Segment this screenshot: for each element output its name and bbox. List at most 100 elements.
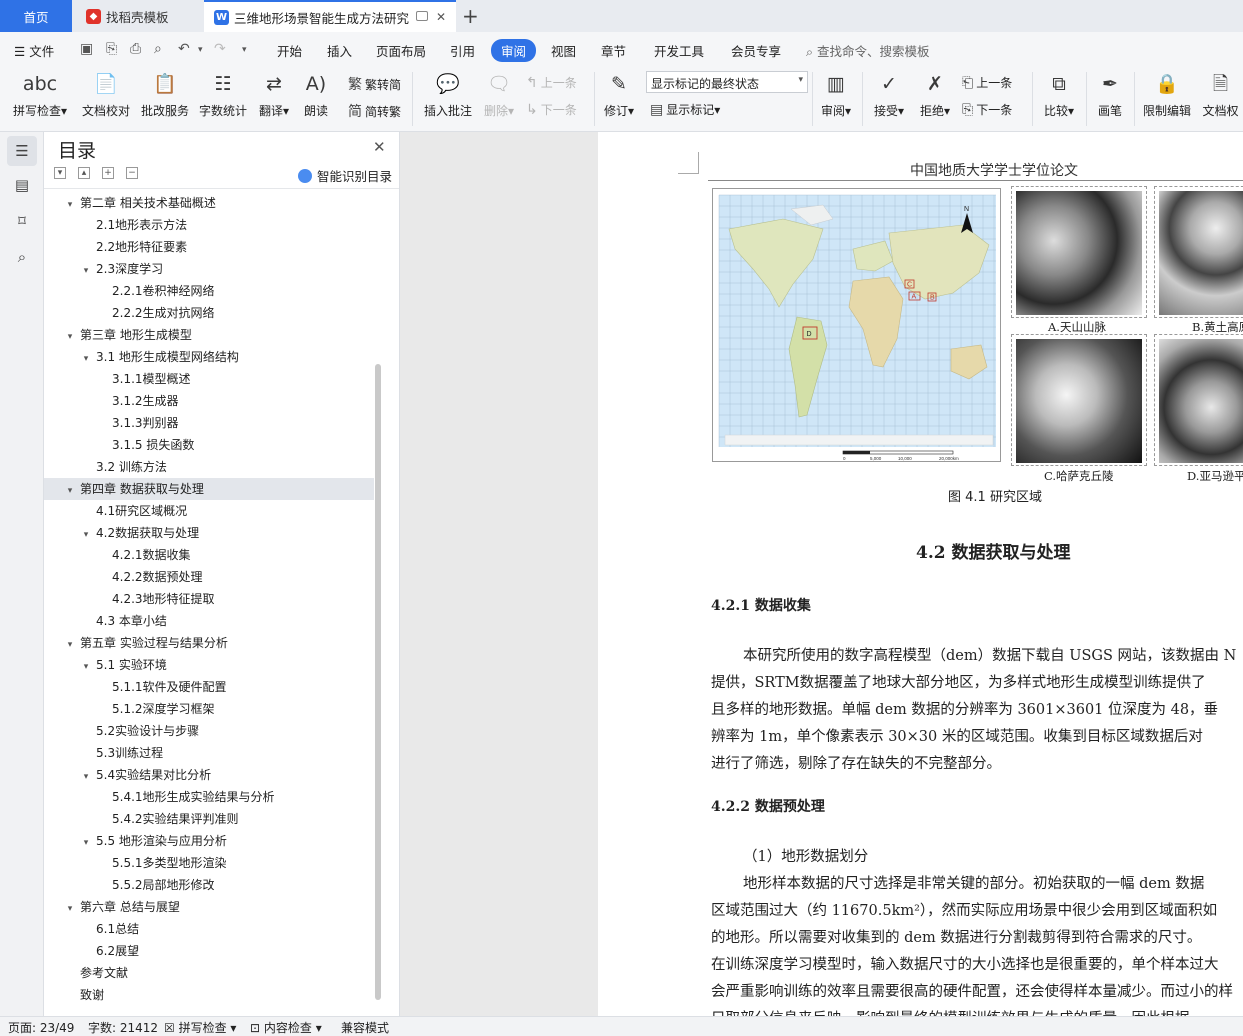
expand-toggle-icon[interactable]: ▾ — [80, 524, 92, 546]
expand-toggle-icon[interactable]: ▾ — [80, 260, 92, 282]
undo-icon[interactable]: ↶ — [178, 41, 190, 57]
toc-item[interactable]: 6.2展望 — [44, 940, 374, 962]
save-icon[interactable]: ▣ — [80, 41, 93, 57]
reject-button[interactable]: ✗ 拒绝▾ — [914, 70, 956, 119]
redo-icon[interactable]: ↷ — [214, 41, 226, 57]
export-icon[interactable]: ⎘ — [106, 41, 117, 57]
tab-document[interactable]: W 三维地形场景智能生成方法研究 ✕ — [204, 0, 456, 32]
remove-heading-icon[interactable]: − — [126, 167, 138, 179]
menu-chapter[interactable]: 章节 — [601, 41, 626, 60]
menu-insert[interactable]: 插入 — [327, 41, 352, 60]
delete-comment-button[interactable]: 🗨 删除▾ — [480, 70, 518, 119]
toc-item[interactable]: ▾ 3.1 地形生成模型网络结构 — [44, 346, 374, 368]
toc-item[interactable]: 3.2 训练方法 — [44, 456, 374, 478]
compare-button[interactable]: ⧉ 比较▾ — [1038, 70, 1080, 119]
translate-button[interactable]: ⇄ 翻译▾ — [254, 70, 294, 119]
pen-button[interactable]: ✒ 画笔 — [1092, 70, 1128, 119]
annotate-service-button[interactable]: 📋 批改服务 — [138, 70, 192, 119]
show-markup-button[interactable]: ▤ 显示标记 ▾ — [650, 101, 720, 118]
word-count-button[interactable]: ☷ 字数统计 — [196, 70, 250, 119]
toc-rail-icon[interactable]: ☰ — [7, 136, 37, 166]
prev-comment-button[interactable]: ↰ 上一条 — [526, 74, 577, 91]
next-change-button[interactable]: ⎘ 下一条 — [962, 101, 1012, 118]
expand-toggle-icon[interactable]: ▾ — [64, 194, 76, 216]
accept-button[interactable]: ✓ 接受▾ — [868, 70, 910, 119]
toc-item[interactable]: ▾ 4.2数据获取与处理 — [44, 522, 374, 544]
doc-proofread-button[interactable]: 📄 文档校对 — [78, 70, 134, 119]
print-preview-icon[interactable]: ⌕ — [154, 41, 162, 57]
toc-item[interactable]: 致谢 — [44, 984, 374, 1006]
quick-access-dropdown-icon[interactable]: ▾ — [242, 45, 247, 55]
track-changes-button[interactable]: ✎ 修订▾ — [600, 70, 638, 119]
content-check-status[interactable]: ⊡ 内容检查 ▾ — [250, 1019, 322, 1036]
expand-toggle-icon[interactable]: ▾ — [80, 766, 92, 788]
bookmark-rail-icon[interactable]: ⌑ — [7, 206, 37, 236]
new-tab-button[interactable]: + — [462, 4, 479, 28]
toc-item[interactable]: 参考文献 — [44, 962, 374, 984]
undo-dropdown-icon[interactable]: ▾ — [198, 45, 203, 55]
expand-toggle-icon[interactable]: ▾ — [80, 656, 92, 678]
toc-item[interactable]: 5.3训练过程 — [44, 742, 374, 764]
add-heading-icon[interactable]: + — [102, 167, 114, 179]
toc-item[interactable]: 5.1.2深度学习框架 — [44, 698, 374, 720]
menu-developer[interactable]: 开发工具 — [654, 41, 704, 60]
toc-item[interactable]: 5.5.2局部地形修改 — [44, 874, 374, 896]
toc-item[interactable]: 2.2.1卷积神经网络 — [44, 280, 374, 302]
read-aloud-button[interactable]: A) 朗读 — [298, 70, 334, 119]
toc-item[interactable]: 6.1总结 — [44, 918, 374, 940]
tab-screen-icon[interactable] — [416, 11, 428, 21]
toc-item[interactable]: 2.2地形特征要素 — [44, 236, 374, 258]
menu-page-layout[interactable]: 页面布局 — [376, 41, 426, 60]
toc-item[interactable]: ▾ 5.5 地形渲染与应用分析 — [44, 830, 374, 852]
toc-item[interactable]: 5.2实验设计与步骤 — [44, 720, 374, 742]
toc-item[interactable]: ▾ 第五章 实验过程与结果分析 — [44, 632, 374, 654]
toc-item[interactable]: 2.2.2生成对抗网络 — [44, 302, 374, 324]
tab-template[interactable]: ◆ 找稻壳模板 — [72, 0, 204, 32]
toc-item[interactable]: ▾ 第二章 相关技术基础概述 — [44, 192, 374, 214]
menu-review[interactable]: 审阅 — [491, 39, 537, 62]
command-search[interactable]: ⌕ 查找命令、搜索模板 — [806, 41, 930, 60]
menu-member[interactable]: 会员专享 — [731, 41, 781, 60]
expand-toggle-icon[interactable]: ▾ — [80, 348, 92, 370]
expand-toggle-icon[interactable]: ▾ — [80, 832, 92, 854]
restrict-edit-button[interactable]: 🔒 限制编辑 — [1140, 70, 1194, 119]
page-indicator[interactable]: 页面: 23/49 — [8, 1019, 74, 1036]
toc-item[interactable]: 3.1.3判别器 — [44, 412, 374, 434]
chapter-rail-icon[interactable]: ▤ — [7, 170, 37, 200]
toc-item[interactable]: ▾ 第四章 数据获取与处理 — [44, 478, 374, 500]
file-menu[interactable]: ☰ 文件 — [14, 41, 54, 60]
toc-item[interactable]: ▾ 第六章 总结与展望 — [44, 896, 374, 918]
menu-start[interactable]: 开始 — [277, 41, 302, 60]
document-page[interactable]: 中国地质大学学士学位论文 C A B D N 0 5,000 10,000 20… — [598, 132, 1243, 1016]
toc-item[interactable]: ▾ 5.4实验结果对比分析 — [44, 764, 374, 786]
expand-toggle-icon[interactable]: ▾ — [64, 898, 76, 920]
word-count-indicator[interactable]: 字数: 21412 — [88, 1019, 158, 1036]
toc-item[interactable]: ▾ 5.1 实验环境 — [44, 654, 374, 676]
expand-toggle-icon[interactable]: ▾ — [64, 326, 76, 348]
toc-item[interactable]: 5.4.2实验结果评判准则 — [44, 808, 374, 830]
doc-permission-button[interactable]: 🗎 文档权 — [1198, 70, 1243, 119]
toc-scrollbar[interactable] — [375, 364, 381, 1000]
prev-change-button[interactable]: ⎗ 上一条 — [962, 74, 1012, 91]
next-comment-button[interactable]: ↳ 下一条 — [526, 101, 577, 118]
spell-check-button[interactable]: abc 拼写检查▾ — [8, 70, 72, 119]
tab-home[interactable]: 首页 — [0, 0, 72, 32]
markup-state-select[interactable]: 显示标记的最终状态 ▾ — [646, 71, 808, 93]
toc-item[interactable]: 5.1.1软件及硬件配置 — [44, 676, 374, 698]
trad-to-simp-button[interactable]: 繁繁转简 — [348, 74, 401, 94]
toc-item[interactable]: 3.1.2生成器 — [44, 390, 374, 412]
print-icon[interactable]: ⎙ — [130, 41, 141, 57]
expand-toggle-icon[interactable]: ▾ — [64, 634, 76, 656]
toc-item[interactable]: ▾ 2.3深度学习 — [44, 258, 374, 280]
toc-item[interactable]: 4.2.2数据预处理 — [44, 566, 374, 588]
toc-item[interactable]: 5.4.1地形生成实验结果与分析 — [44, 786, 374, 808]
expand-up-icon[interactable]: ▴ — [78, 167, 90, 179]
toc-item[interactable]: 4.3 本章小结 — [44, 610, 374, 632]
spell-check-status[interactable]: ☒ 拼写检查 ▾ — [164, 1019, 236, 1036]
expand-toggle-icon[interactable]: ▾ — [64, 480, 76, 502]
toc-item[interactable]: ▾ 第三章 地形生成模型 — [44, 324, 374, 346]
toc-item[interactable]: 4.1研究区域概况 — [44, 500, 374, 522]
review-pane-button[interactable]: ▥ 审阅▾ — [816, 70, 856, 119]
toc-item[interactable]: 2.1地形表示方法 — [44, 214, 374, 236]
smart-toc-button[interactable]: 智能识别目录 — [298, 166, 392, 185]
